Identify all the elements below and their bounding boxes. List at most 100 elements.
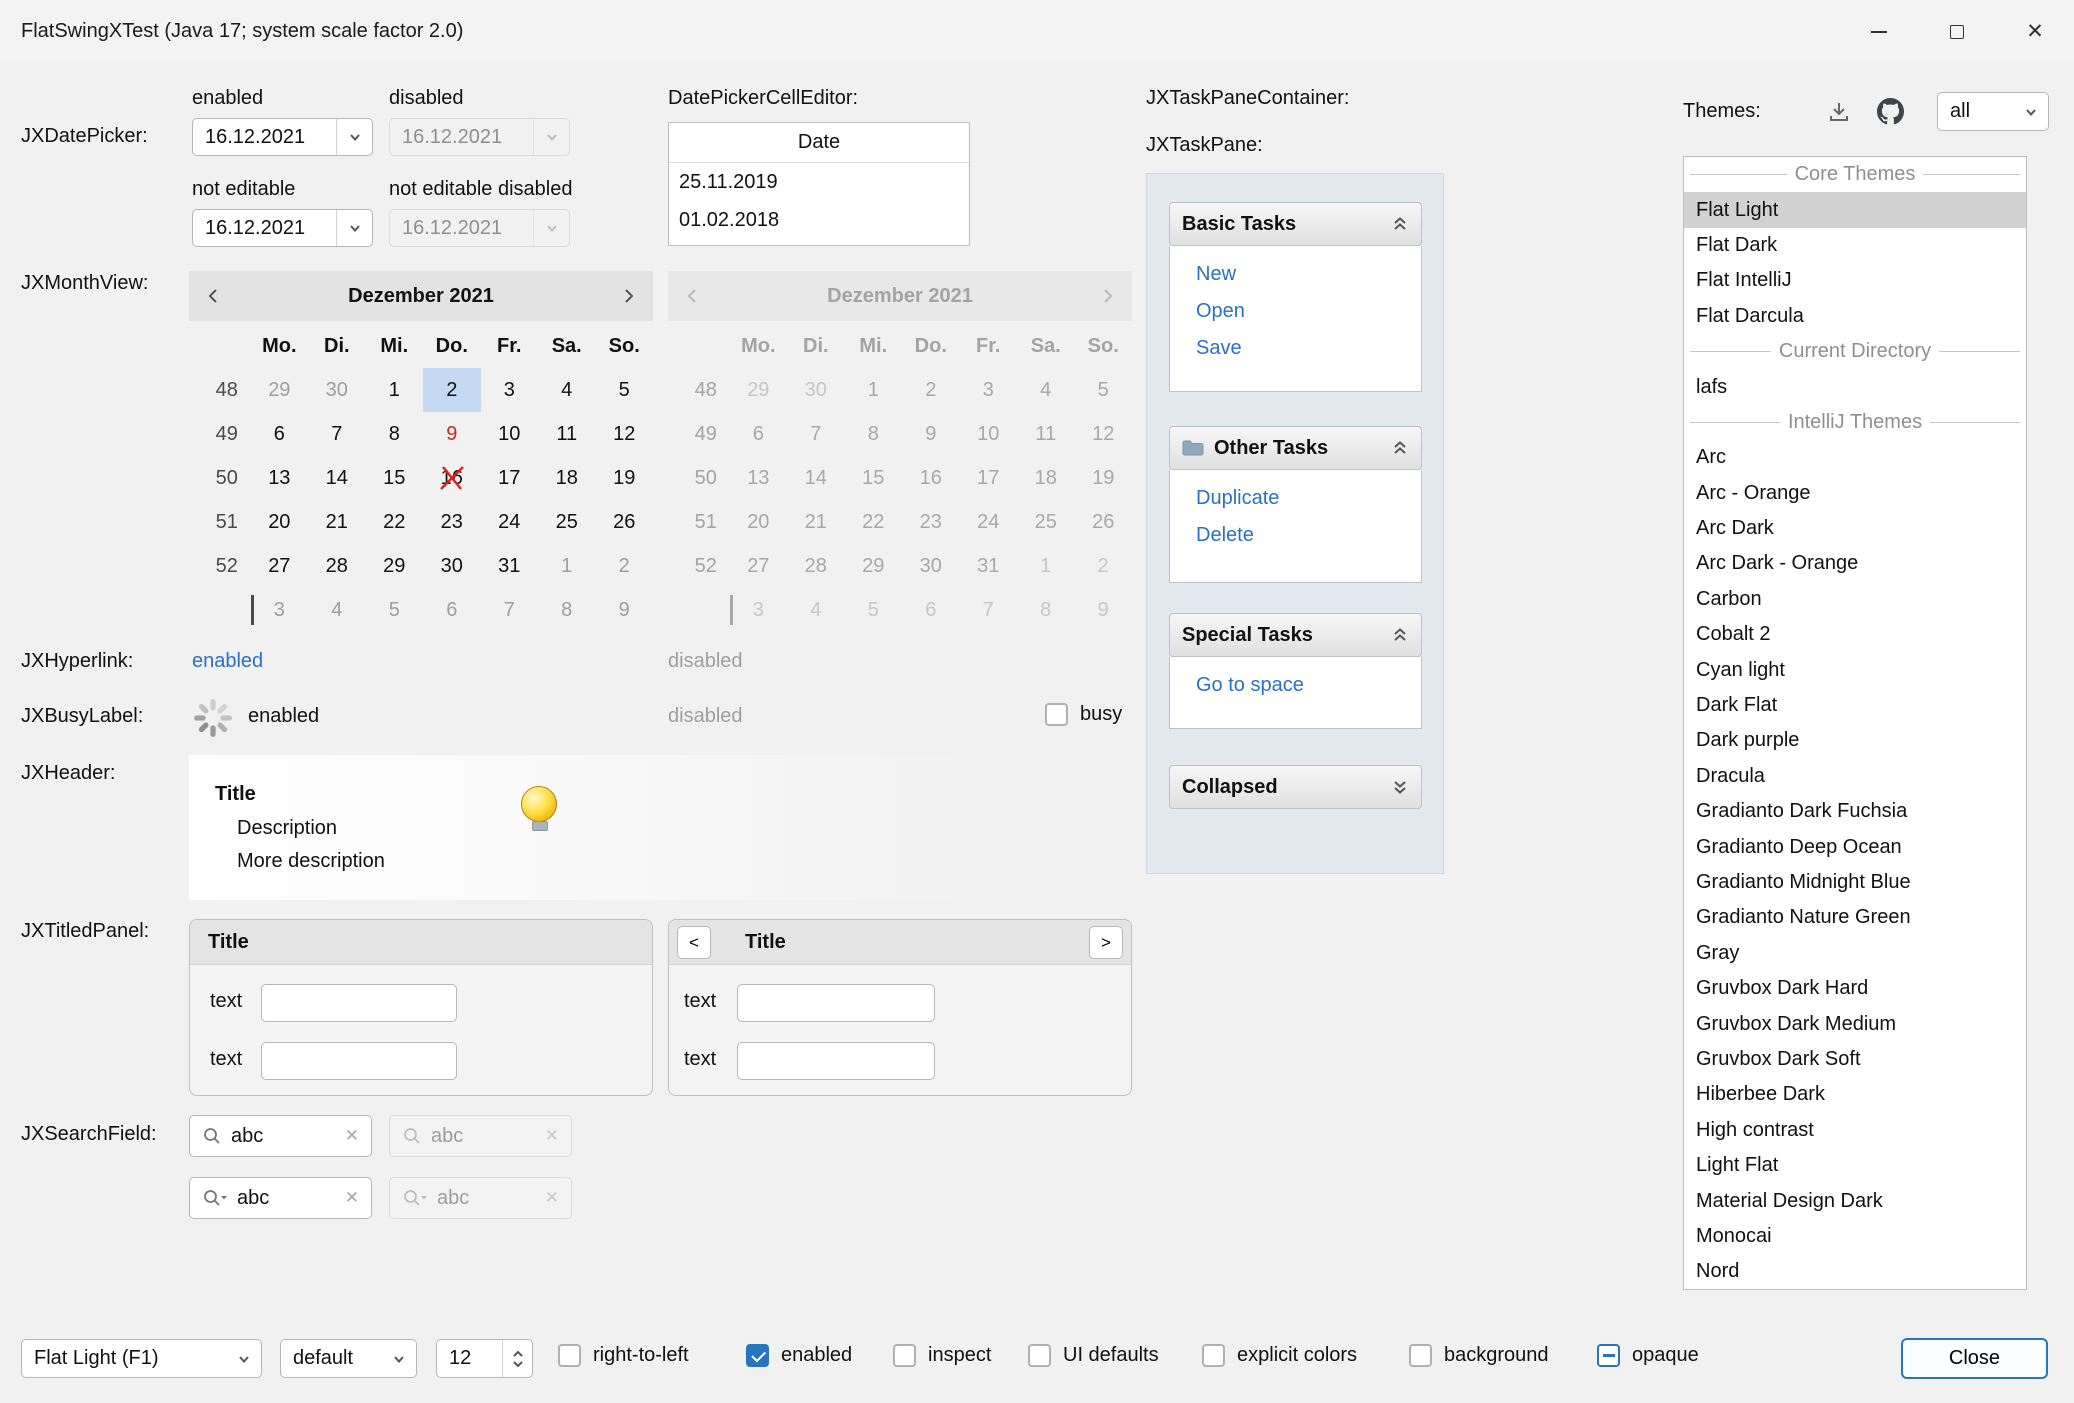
day-cell[interactable]: 9 [595,588,652,632]
theme-item-gray[interactable]: Gray [1684,936,2026,971]
theme-item-gruvbox-dark-hard[interactable]: Gruvbox Dark Hard [1684,971,2026,1006]
text-input[interactable] [737,984,935,1022]
table-row[interactable]: 25.11.2019 [669,163,969,201]
day-cell[interactable]: 1 [538,544,595,588]
day-cell[interactable]: 11 [538,412,595,456]
text-input[interactable] [737,1042,935,1080]
checkbox-box[interactable] [558,1344,581,1367]
theme-item-arc-dark-orange[interactable]: Arc Dark - Orange [1684,546,2026,581]
search-menu-icon[interactable] [202,1188,228,1208]
day-cell[interactable]: 3 [251,588,308,632]
task-link-open[interactable]: Open [1196,293,1421,330]
day-cell[interactable]: 9 [423,412,480,456]
theme-item-cyan-light[interactable]: Cyan light [1684,652,2026,687]
theme-item-gruvbox-dark-soft[interactable]: Gruvbox Dark Soft [1684,1042,2026,1077]
checkbox-box[interactable] [1202,1344,1225,1367]
task-link-duplicate[interactable]: Duplicate [1196,480,1421,517]
maximize-button[interactable] [1918,0,1996,63]
day-cell[interactable]: 30 [308,368,365,412]
day-cell[interactable]: 20 [251,500,308,544]
close-window-button[interactable]: ✕ [1996,0,2074,63]
task-link-go-to-space[interactable]: Go to space [1196,667,1421,704]
day-cell[interactable]: 29 [251,368,308,412]
theme-item-flat-intellij[interactable]: Flat IntelliJ [1684,263,2026,298]
task-link-save[interactable]: Save [1196,330,1421,367]
task-link-new[interactable]: New [1196,256,1421,293]
theme-item-gradianto-deep-ocean[interactable]: Gradianto Deep Ocean [1684,829,2026,864]
prev-month-button[interactable] [189,271,239,321]
checkbox-inspect[interactable]: inspect [893,1344,991,1367]
datepicker-dropdown-button[interactable] [336,119,372,155]
day-cell[interactable]: 12 [595,412,652,456]
theme-item-dark-purple[interactable]: Dark purple [1684,723,2026,758]
checkbox-box[interactable] [1409,1344,1432,1367]
taskpane-header[interactable]: Collapsed [1169,765,1422,809]
search-input[interactable]: abc [237,1187,336,1210]
theme-item-dark-flat[interactable]: Dark Flat [1684,688,2026,723]
day-cell[interactable]: 16 [423,456,480,500]
day-cell[interactable]: 31 [481,544,538,588]
theme-item-nord[interactable]: Nord [1684,1254,2026,1289]
day-cell[interactable]: 19 [595,456,652,500]
text-input[interactable] [261,1042,457,1080]
hyperlink-enabled[interactable]: enabled [192,650,263,673]
text-input[interactable] [261,984,457,1022]
search-input[interactable]: abc [231,1125,336,1148]
theme-item-gradianto-midnight-blue[interactable]: Gradianto Midnight Blue [1684,865,2026,900]
day-cell[interactable]: 6 [251,412,308,456]
day-cell[interactable]: 30 [423,544,480,588]
theme-item-carbon[interactable]: Carbon [1684,582,2026,617]
theme-item-arc[interactable]: Arc [1684,440,2026,475]
theme-item-gradianto-dark-fuchsia[interactable]: Gradianto Dark Fuchsia [1684,794,2026,829]
day-cell[interactable]: 24 [481,500,538,544]
github-icon[interactable] [1877,98,1904,125]
day-cell[interactable]: 2 [595,544,652,588]
search-field-enabled[interactable]: abc ✕ [189,1115,372,1157]
day-cell[interactable]: 1 [366,368,423,412]
datepicker-dropdown-button[interactable] [336,210,372,246]
theme-item-lafs[interactable]: lafs [1684,369,2026,404]
search-field-menu-enabled[interactable]: abc ✕ [189,1177,372,1219]
day-cell[interactable]: 4 [538,368,595,412]
checkbox-background[interactable]: background [1409,1344,1549,1367]
checkbox-opaque[interactable]: opaque [1597,1344,1699,1367]
checkbox-box[interactable] [1597,1344,1620,1367]
laf-combo[interactable]: Flat Light (F1) [21,1339,262,1378]
checkbox-box[interactable] [1028,1344,1051,1367]
day-cell[interactable]: 29 [366,544,423,588]
day-cell[interactable]: 5 [595,368,652,412]
theme-item-dracula[interactable]: Dracula [1684,759,2026,794]
download-icon[interactable] [1827,100,1851,124]
datepicker-enabled[interactable]: 16.12.2021 [192,118,373,156]
day-cell[interactable]: 6 [423,588,480,632]
theme-item-arc-orange[interactable]: Arc - Orange [1684,476,2026,511]
checkbox-box[interactable] [746,1344,769,1367]
day-cell[interactable]: 15 [366,456,423,500]
theme-item-gradianto-nature-green[interactable]: Gradianto Nature Green [1684,900,2026,935]
taskpane-header[interactable]: Special Tasks [1169,613,1422,657]
theme-item-cobalt-2[interactable]: Cobalt 2 [1684,617,2026,652]
day-cell[interactable]: 8 [538,588,595,632]
checkbox-explicit-colors[interactable]: explicit colors [1202,1344,1357,1367]
day-cell[interactable]: 18 [538,456,595,500]
datepicker-not-editable[interactable]: 16.12.2021 [192,209,373,247]
close-button[interactable]: Close [1901,1338,2048,1379]
datepicker-value[interactable]: 16.12.2021 [193,126,336,149]
theme-item-material-design-dark[interactable]: Material Design Dark [1684,1183,2026,1218]
theme-item-monocai[interactable]: Monocai [1684,1219,2026,1254]
titled-panel-right-button[interactable]: > [1089,926,1123,959]
taskpane-header[interactable]: Other Tasks [1169,426,1422,470]
day-cell[interactable]: 4 [308,588,365,632]
clear-search-icon[interactable]: ✕ [345,1188,359,1208]
checkbox-busy[interactable]: busy [1045,703,1122,726]
theme-item-light-flat[interactable]: Light Flat [1684,1148,2026,1183]
spinner-buttons[interactable] [502,1340,532,1377]
day-cell[interactable]: 28 [308,544,365,588]
checkbox-box[interactable] [1045,703,1068,726]
font-size-spinner[interactable]: 12 [436,1339,533,1378]
day-cell[interactable]: 3 [481,368,538,412]
font-combo[interactable]: default [280,1339,417,1378]
titled-panel-left-button[interactable]: < [677,926,711,959]
minimize-button[interactable] [1840,0,1918,63]
day-cell[interactable]: 2 [423,368,480,412]
